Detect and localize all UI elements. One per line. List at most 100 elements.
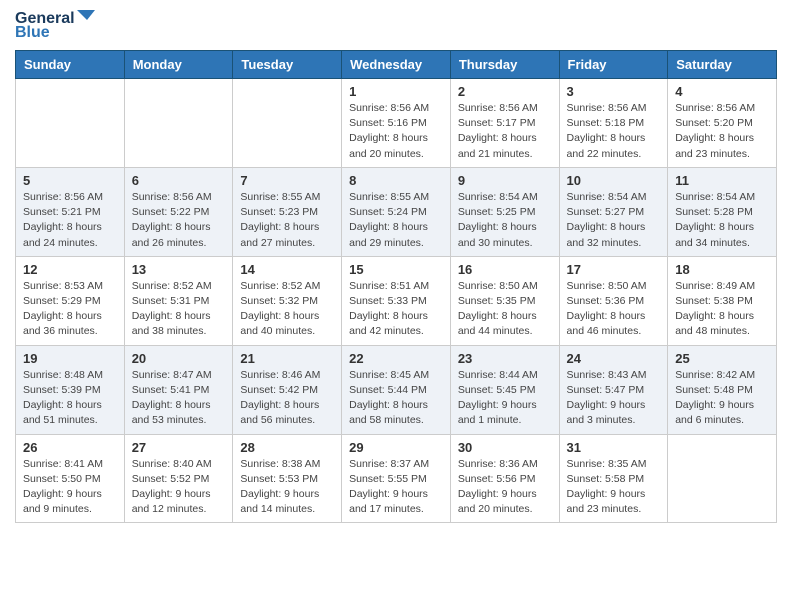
cell-info: Sunrise: 8:42 AMSunset: 5:48 PMDaylight:… <box>675 368 769 429</box>
cell-info: Sunrise: 8:56 AMSunset: 5:16 PMDaylight:… <box>349 101 443 162</box>
cell-info: Sunrise: 8:49 AMSunset: 5:38 PMDaylight:… <box>675 279 769 340</box>
calendar-cell: 23 Sunrise: 8:44 AMSunset: 5:45 PMDaylig… <box>450 345 559 434</box>
calendar-cell: 16 Sunrise: 8:50 AMSunset: 5:35 PMDaylig… <box>450 256 559 345</box>
calendar-cell: 24 Sunrise: 8:43 AMSunset: 5:47 PMDaylig… <box>559 345 668 434</box>
calendar-cell: 21 Sunrise: 8:46 AMSunset: 5:42 PMDaylig… <box>233 345 342 434</box>
calendar-cell: 3 Sunrise: 8:56 AMSunset: 5:18 PMDayligh… <box>559 79 668 168</box>
cell-info: Sunrise: 8:56 AMSunset: 5:17 PMDaylight:… <box>458 101 552 162</box>
cell-info: Sunrise: 8:43 AMSunset: 5:47 PMDaylight:… <box>567 368 661 429</box>
page: General Blue SundayMondayTuesdayWednesda… <box>0 0 792 612</box>
cell-day-number: 26 <box>23 440 117 455</box>
cell-day-number: 4 <box>675 84 769 99</box>
calendar-cell: 30 Sunrise: 8:36 AMSunset: 5:56 PMDaylig… <box>450 434 559 523</box>
calendar-cell: 11 Sunrise: 8:54 AMSunset: 5:28 PMDaylig… <box>668 167 777 256</box>
cell-day-number: 13 <box>132 262 226 277</box>
week-row-3: 12 Sunrise: 8:53 AMSunset: 5:29 PMDaylig… <box>16 256 777 345</box>
calendar-cell <box>124 79 233 168</box>
cell-day-number: 7 <box>240 173 334 188</box>
calendar-cell: 13 Sunrise: 8:52 AMSunset: 5:31 PMDaylig… <box>124 256 233 345</box>
calendar-cell: 6 Sunrise: 8:56 AMSunset: 5:22 PMDayligh… <box>124 167 233 256</box>
cell-info: Sunrise: 8:37 AMSunset: 5:55 PMDaylight:… <box>349 457 443 518</box>
cell-info: Sunrise: 8:51 AMSunset: 5:33 PMDaylight:… <box>349 279 443 340</box>
cell-day-number: 20 <box>132 351 226 366</box>
calendar-table: SundayMondayTuesdayWednesdayThursdayFrid… <box>15 50 777 523</box>
weekday-header-wednesday: Wednesday <box>342 51 451 79</box>
cell-day-number: 18 <box>675 262 769 277</box>
cell-day-number: 25 <box>675 351 769 366</box>
cell-info: Sunrise: 8:44 AMSunset: 5:45 PMDaylight:… <box>458 368 552 429</box>
cell-info: Sunrise: 8:40 AMSunset: 5:52 PMDaylight:… <box>132 457 226 518</box>
weekday-header-tuesday: Tuesday <box>233 51 342 79</box>
calendar-cell: 17 Sunrise: 8:50 AMSunset: 5:36 PMDaylig… <box>559 256 668 345</box>
cell-info: Sunrise: 8:45 AMSunset: 5:44 PMDaylight:… <box>349 368 443 429</box>
cell-day-number: 2 <box>458 84 552 99</box>
calendar-cell: 22 Sunrise: 8:45 AMSunset: 5:44 PMDaylig… <box>342 345 451 434</box>
cell-info: Sunrise: 8:56 AMSunset: 5:21 PMDaylight:… <box>23 190 117 251</box>
weekday-header-sunday: Sunday <box>16 51 125 79</box>
calendar-cell: 5 Sunrise: 8:56 AMSunset: 5:21 PMDayligh… <box>16 167 125 256</box>
cell-info: Sunrise: 8:38 AMSunset: 5:53 PMDaylight:… <box>240 457 334 518</box>
cell-info: Sunrise: 8:46 AMSunset: 5:42 PMDaylight:… <box>240 368 334 429</box>
calendar-cell: 12 Sunrise: 8:53 AMSunset: 5:29 PMDaylig… <box>16 256 125 345</box>
calendar-cell: 29 Sunrise: 8:37 AMSunset: 5:55 PMDaylig… <box>342 434 451 523</box>
cell-day-number: 29 <box>349 440 443 455</box>
cell-info: Sunrise: 8:53 AMSunset: 5:29 PMDaylight:… <box>23 279 117 340</box>
cell-info: Sunrise: 8:50 AMSunset: 5:35 PMDaylight:… <box>458 279 552 340</box>
cell-info: Sunrise: 8:52 AMSunset: 5:31 PMDaylight:… <box>132 279 226 340</box>
cell-info: Sunrise: 8:50 AMSunset: 5:36 PMDaylight:… <box>567 279 661 340</box>
weekday-header-monday: Monday <box>124 51 233 79</box>
cell-day-number: 28 <box>240 440 334 455</box>
cell-day-number: 22 <box>349 351 443 366</box>
cell-info: Sunrise: 8:48 AMSunset: 5:39 PMDaylight:… <box>23 368 117 429</box>
cell-day-number: 19 <box>23 351 117 366</box>
cell-day-number: 8 <box>349 173 443 188</box>
cell-day-number: 16 <box>458 262 552 277</box>
cell-info: Sunrise: 8:56 AMSunset: 5:22 PMDaylight:… <box>132 190 226 251</box>
cell-info: Sunrise: 8:55 AMSunset: 5:24 PMDaylight:… <box>349 190 443 251</box>
week-row-2: 5 Sunrise: 8:56 AMSunset: 5:21 PMDayligh… <box>16 167 777 256</box>
cell-info: Sunrise: 8:36 AMSunset: 5:56 PMDaylight:… <box>458 457 552 518</box>
calendar-cell: 28 Sunrise: 8:38 AMSunset: 5:53 PMDaylig… <box>233 434 342 523</box>
cell-day-number: 5 <box>23 173 117 188</box>
cell-day-number: 21 <box>240 351 334 366</box>
cell-day-number: 17 <box>567 262 661 277</box>
cell-day-number: 11 <box>675 173 769 188</box>
calendar-cell: 14 Sunrise: 8:52 AMSunset: 5:32 PMDaylig… <box>233 256 342 345</box>
cell-day-number: 1 <box>349 84 443 99</box>
calendar-cell: 7 Sunrise: 8:55 AMSunset: 5:23 PMDayligh… <box>233 167 342 256</box>
calendar-cell: 10 Sunrise: 8:54 AMSunset: 5:27 PMDaylig… <box>559 167 668 256</box>
calendar-cell <box>668 434 777 523</box>
cell-info: Sunrise: 8:55 AMSunset: 5:23 PMDaylight:… <box>240 190 334 251</box>
cell-day-number: 14 <box>240 262 334 277</box>
cell-day-number: 10 <box>567 173 661 188</box>
calendar-cell <box>16 79 125 168</box>
calendar-cell: 2 Sunrise: 8:56 AMSunset: 5:17 PMDayligh… <box>450 79 559 168</box>
logo-blue: Blue <box>15 24 50 42</box>
calendar-cell: 18 Sunrise: 8:49 AMSunset: 5:38 PMDaylig… <box>668 256 777 345</box>
calendar-cell: 15 Sunrise: 8:51 AMSunset: 5:33 PMDaylig… <box>342 256 451 345</box>
calendar-cell: 31 Sunrise: 8:35 AMSunset: 5:58 PMDaylig… <box>559 434 668 523</box>
cell-info: Sunrise: 8:54 AMSunset: 5:28 PMDaylight:… <box>675 190 769 251</box>
header: General Blue <box>15 10 777 42</box>
week-row-5: 26 Sunrise: 8:41 AMSunset: 5:50 PMDaylig… <box>16 434 777 523</box>
cell-day-number: 9 <box>458 173 552 188</box>
cell-day-number: 24 <box>567 351 661 366</box>
calendar-cell: 20 Sunrise: 8:47 AMSunset: 5:41 PMDaylig… <box>124 345 233 434</box>
cell-info: Sunrise: 8:52 AMSunset: 5:32 PMDaylight:… <box>240 279 334 340</box>
cell-info: Sunrise: 8:56 AMSunset: 5:20 PMDaylight:… <box>675 101 769 162</box>
calendar-cell: 1 Sunrise: 8:56 AMSunset: 5:16 PMDayligh… <box>342 79 451 168</box>
week-row-4: 19 Sunrise: 8:48 AMSunset: 5:39 PMDaylig… <box>16 345 777 434</box>
cell-day-number: 15 <box>349 262 443 277</box>
calendar-cell: 4 Sunrise: 8:56 AMSunset: 5:20 PMDayligh… <box>668 79 777 168</box>
weekday-header-thursday: Thursday <box>450 51 559 79</box>
cell-info: Sunrise: 8:54 AMSunset: 5:25 PMDaylight:… <box>458 190 552 251</box>
calendar-cell: 19 Sunrise: 8:48 AMSunset: 5:39 PMDaylig… <box>16 345 125 434</box>
calendar-cell: 27 Sunrise: 8:40 AMSunset: 5:52 PMDaylig… <box>124 434 233 523</box>
calendar-cell: 26 Sunrise: 8:41 AMSunset: 5:50 PMDaylig… <box>16 434 125 523</box>
calendar-cell: 25 Sunrise: 8:42 AMSunset: 5:48 PMDaylig… <box>668 345 777 434</box>
cell-info: Sunrise: 8:35 AMSunset: 5:58 PMDaylight:… <box>567 457 661 518</box>
calendar-cell <box>233 79 342 168</box>
logo-flag-icon <box>77 10 97 26</box>
weekday-header-friday: Friday <box>559 51 668 79</box>
logo: General Blue <box>15 10 97 42</box>
